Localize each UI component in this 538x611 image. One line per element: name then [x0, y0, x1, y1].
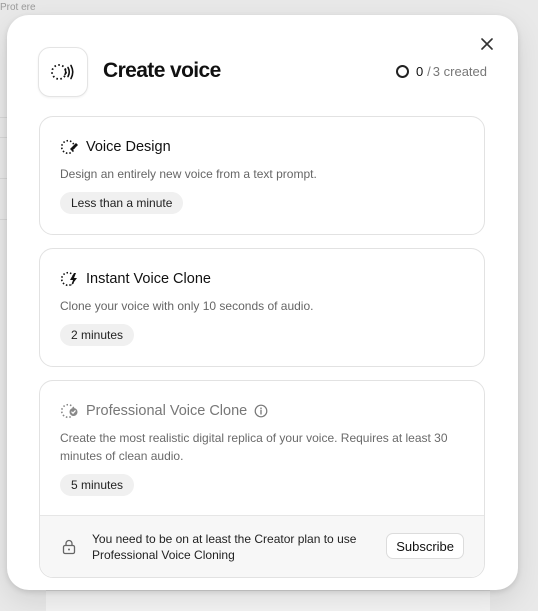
card-title: Instant Voice Clone: [86, 271, 211, 287]
counter-separator: /: [427, 64, 431, 79]
professional-voice-clone-card[interactable]: Professional Voice Clone Create the most…: [39, 380, 485, 578]
close-button[interactable]: [478, 35, 496, 53]
voice-design-icon: [60, 139, 78, 155]
instant-voice-clone-card[interactable]: Instant Voice Clone Clone your voice wit…: [39, 248, 485, 367]
info-icon[interactable]: [254, 404, 268, 418]
modal-title: Create voice: [103, 59, 221, 82]
backdrop-panel: [46, 590, 490, 611]
lock-icon: [62, 539, 76, 555]
duration-badge: 2 minutes: [60, 324, 135, 346]
card-title: Voice Design: [86, 139, 171, 155]
create-voice-modal: Create voice 0 / 3 created Voice Design …: [7, 15, 518, 590]
card-description: Create the most realistic digital replic…: [60, 431, 448, 463]
voice-design-card[interactable]: Voice Design Design an entirely new voic…: [39, 116, 485, 235]
card-title: Professional Voice Clone: [86, 403, 248, 419]
subscribe-button[interactable]: Subscribe: [386, 533, 464, 559]
voices-created-counter: 0 / 3 created: [395, 64, 487, 79]
plan-requirement-notice: You need to be on at least the Creator p…: [40, 515, 484, 577]
counter-total: 3 created: [432, 64, 487, 79]
notice-text: You need to be on at least the Creator p…: [92, 532, 357, 562]
voice-waves-icon: [38, 47, 88, 97]
backdrop-text: Prot ere: [0, 2, 36, 13]
duration-badge: 5 minutes: [60, 474, 135, 496]
progress-ring-icon: [395, 65, 409, 78]
card-description: Clone your voice with only 10 seconds of…: [60, 299, 314, 313]
close-icon: [481, 38, 493, 50]
counter-current: 0: [415, 64, 424, 79]
card-description: Design an entirely new voice from a text…: [60, 167, 317, 181]
professional-clone-icon: [60, 403, 78, 419]
instant-clone-icon: [60, 271, 77, 287]
duration-badge: Less than a minute: [60, 192, 184, 214]
